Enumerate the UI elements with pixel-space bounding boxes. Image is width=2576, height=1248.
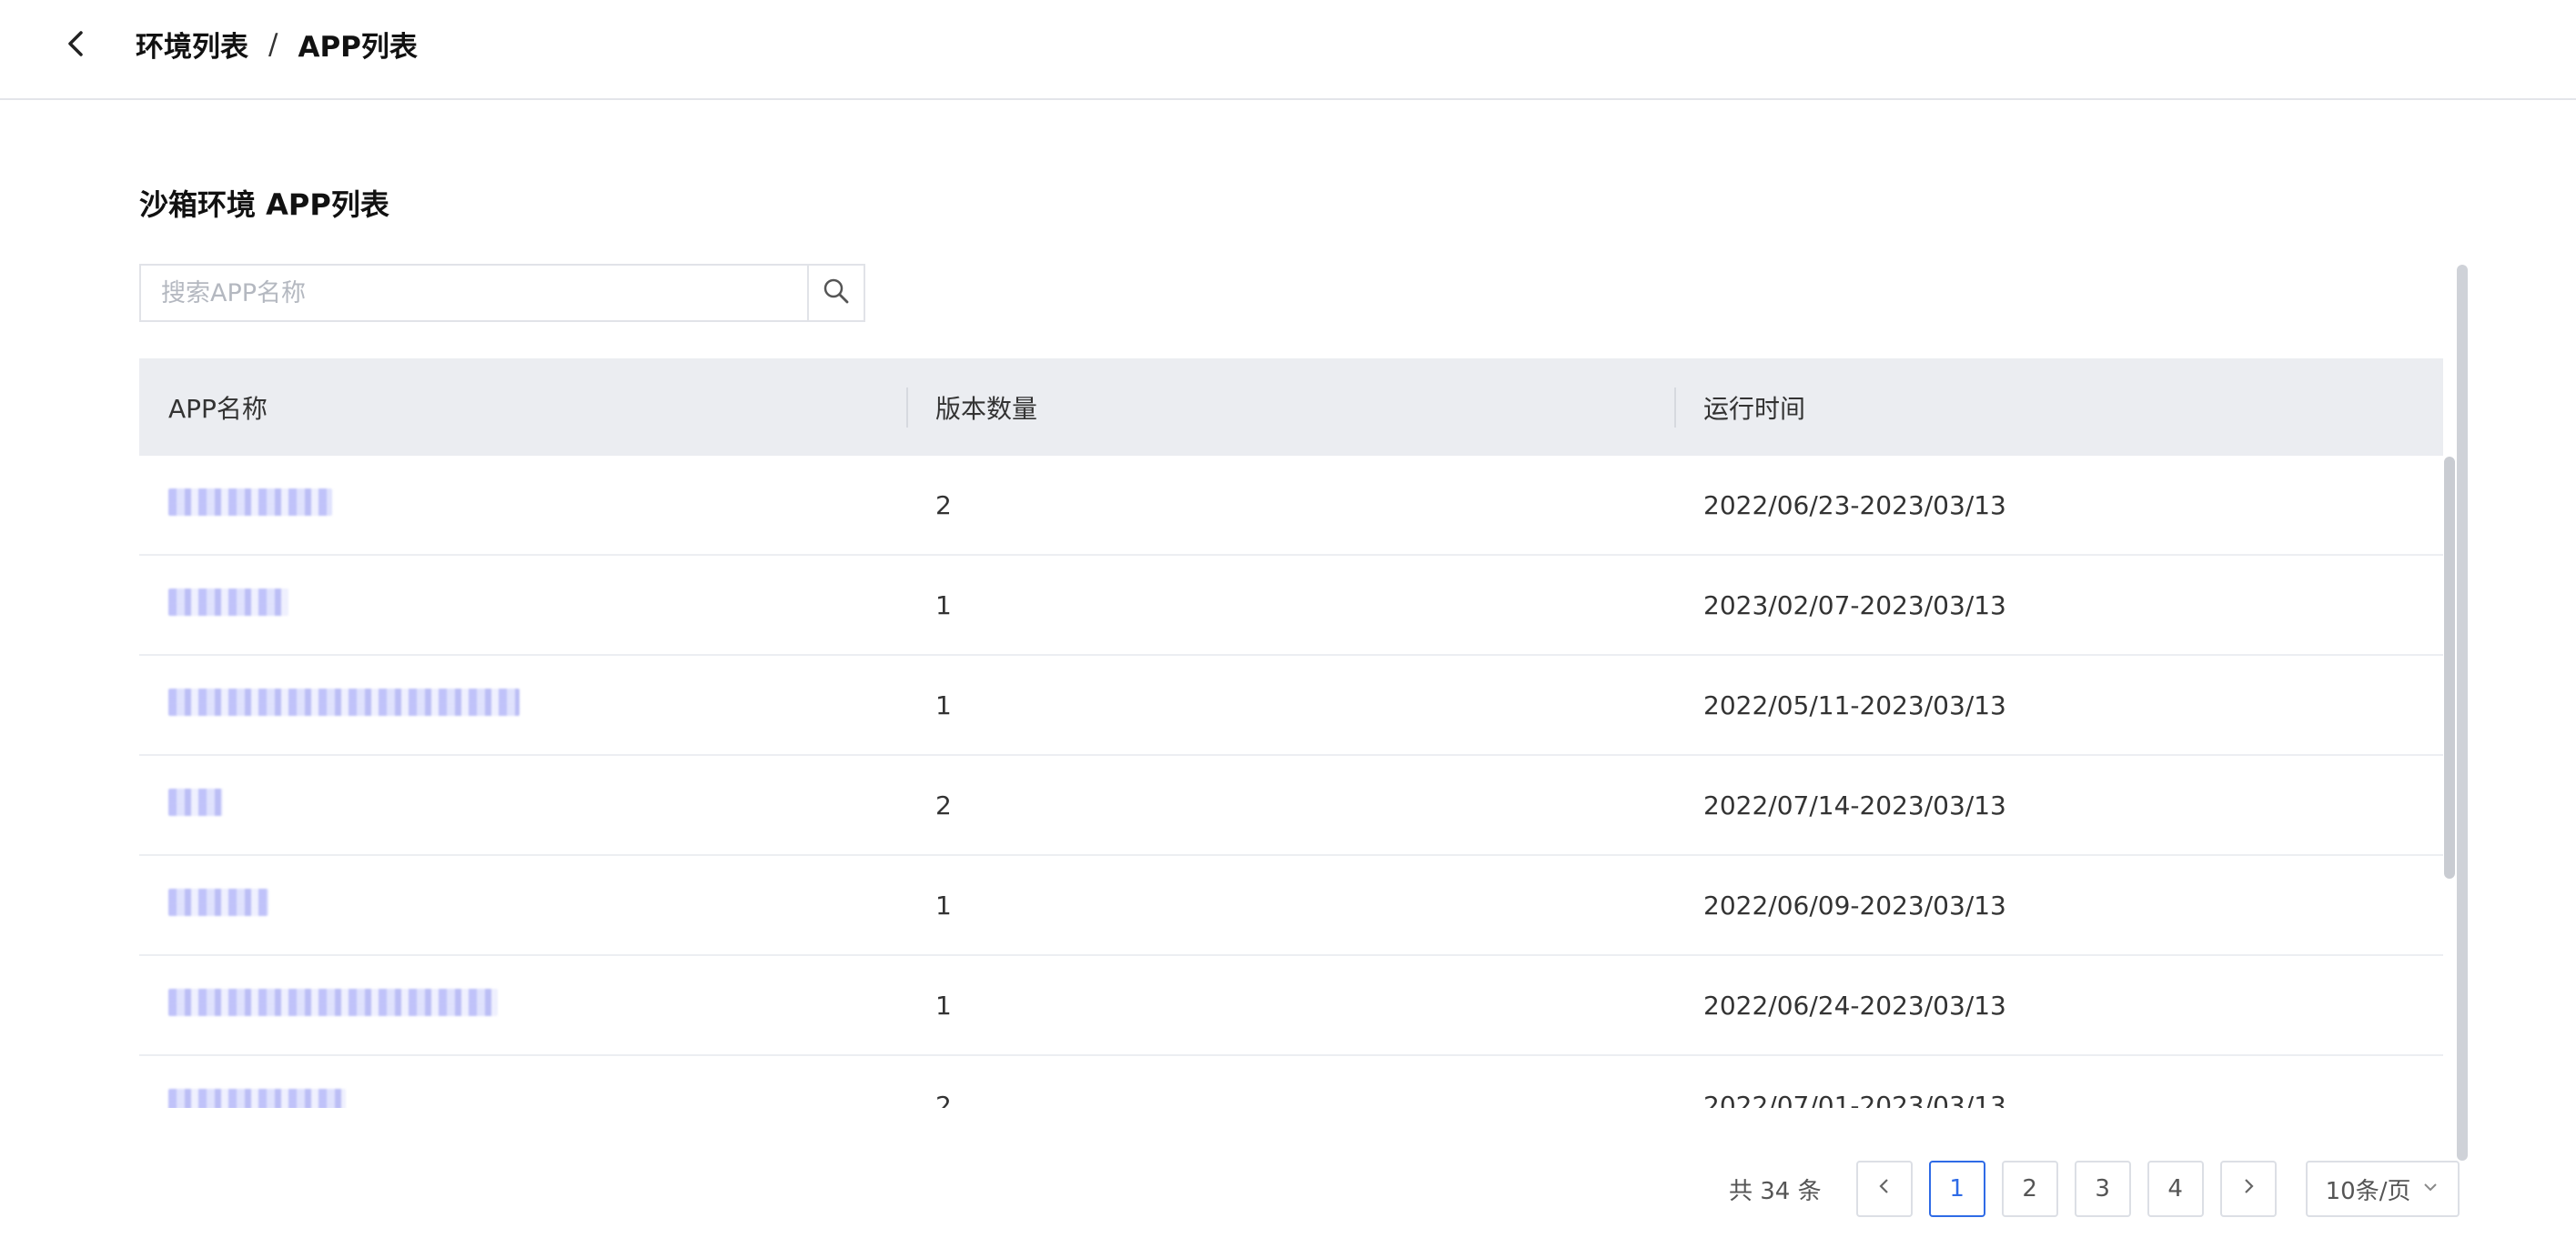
page-size-label: 10条/页 [2325, 1177, 2411, 1205]
page-button-3[interactable]: 3 [2074, 1161, 2131, 1217]
search-icon [822, 277, 851, 309]
redacted-app-name [168, 688, 520, 716]
prev-page-button[interactable] [1855, 1161, 1913, 1217]
version-count-cell: 1 [935, 589, 952, 620]
version-count-cell: 1 [935, 689, 952, 720]
breadcrumb: 环境列表 / APP列表 [136, 24, 418, 65]
search-button[interactable] [807, 266, 864, 320]
table-row[interactable]: 1 2022/06/09-2023/03/13 [139, 856, 2443, 956]
column-header-app-name: APP名称 [168, 393, 268, 424]
version-count-cell: 1 [935, 890, 952, 921]
page-title: 沙箱环境 APP列表 [139, 187, 389, 222]
chevron-left-icon [1874, 1175, 1894, 1203]
version-count-cell: 1 [935, 990, 952, 1021]
table-row[interactable]: 2 2022/07/14-2023/03/13 [139, 756, 2443, 856]
page-button-4[interactable]: 4 [2147, 1161, 2204, 1217]
redacted-app-name [168, 888, 268, 916]
redacted-app-name [168, 1088, 346, 1108]
redacted-app-name [168, 788, 223, 816]
runtime-cell: 2023/02/07-2023/03/13 [1703, 589, 2006, 620]
chevron-down-icon [2421, 1175, 2440, 1203]
runtime-cell: 2022/05/11-2023/03/13 [1703, 689, 2006, 720]
runtime-cell: 2022/06/24-2023/03/13 [1703, 990, 2006, 1021]
runtime-cell: 2022/07/01-2023/03/13 [1703, 1090, 2006, 1109]
app-name-cell[interactable] [139, 588, 906, 622]
table-row[interactable]: 1 2023/02/07-2023/03/13 [139, 556, 2443, 656]
table-row[interactable]: 2 2022/06/23-2023/03/13 [139, 456, 2443, 556]
breadcrumb-current: APP列表 [298, 31, 418, 64]
chevron-right-icon [2238, 1175, 2258, 1203]
table-row[interactable]: 2 2022/07/01-2023/03/13 [139, 1056, 2443, 1108]
app-name-cell[interactable] [139, 988, 906, 1022]
app-name-cell[interactable] [139, 888, 906, 922]
redacted-app-name [168, 988, 498, 1016]
pagination: 共 34 条 1 2 3 4 10条/页 [1729, 1160, 2460, 1218]
breadcrumb-parent-link[interactable]: 环境列表 [136, 24, 248, 65]
app-name-cell[interactable] [139, 1088, 906, 1108]
table-scrollbar-thumb[interactable] [2444, 457, 2455, 879]
chevron-left-icon[interactable] [58, 25, 95, 62]
runtime-cell: 2022/06/23-2023/03/13 [1703, 489, 2006, 520]
runtime-cell: 2022/06/09-2023/03/13 [1703, 890, 2006, 921]
redacted-app-name [168, 588, 288, 616]
page-button-1[interactable]: 1 [1928, 1161, 1985, 1217]
pagination-total: 共 34 条 [1729, 1177, 1822, 1205]
version-count-cell: 2 [935, 1090, 952, 1109]
app-name-cell[interactable] [139, 488, 906, 522]
app-name-cell[interactable] [139, 788, 906, 822]
table-row[interactable]: 1 2022/05/11-2023/03/13 [139, 656, 2443, 756]
version-count-cell: 2 [935, 489, 952, 520]
page-scrollbar[interactable] [2457, 265, 2468, 1161]
search-box [139, 264, 865, 322]
page-button-2[interactable]: 2 [2001, 1161, 2058, 1217]
breadcrumb-separator: / [268, 27, 278, 61]
version-count-cell: 2 [935, 790, 952, 820]
app-name-cell[interactable] [139, 688, 906, 722]
column-header-version-count: 版本数量 [906, 358, 1674, 456]
page-size-select[interactable]: 10条/页 [2305, 1161, 2460, 1217]
redacted-app-name [168, 488, 332, 516]
runtime-cell: 2022/07/14-2023/03/13 [1703, 790, 2006, 820]
column-header-runtime: 运行时间 [1674, 358, 2443, 456]
search-input[interactable] [141, 266, 807, 320]
app-table: APP名称 版本数量 运行时间 2 2022/06/23-2023/03/13 … [139, 358, 2443, 1108]
top-bar: 环境列表 / APP列表 [0, 0, 2576, 100]
table-row[interactable]: 1 2022/06/24-2023/03/13 [139, 956, 2443, 1056]
next-page-button[interactable] [2219, 1161, 2277, 1217]
table-header: APP名称 版本数量 运行时间 [139, 358, 2443, 456]
